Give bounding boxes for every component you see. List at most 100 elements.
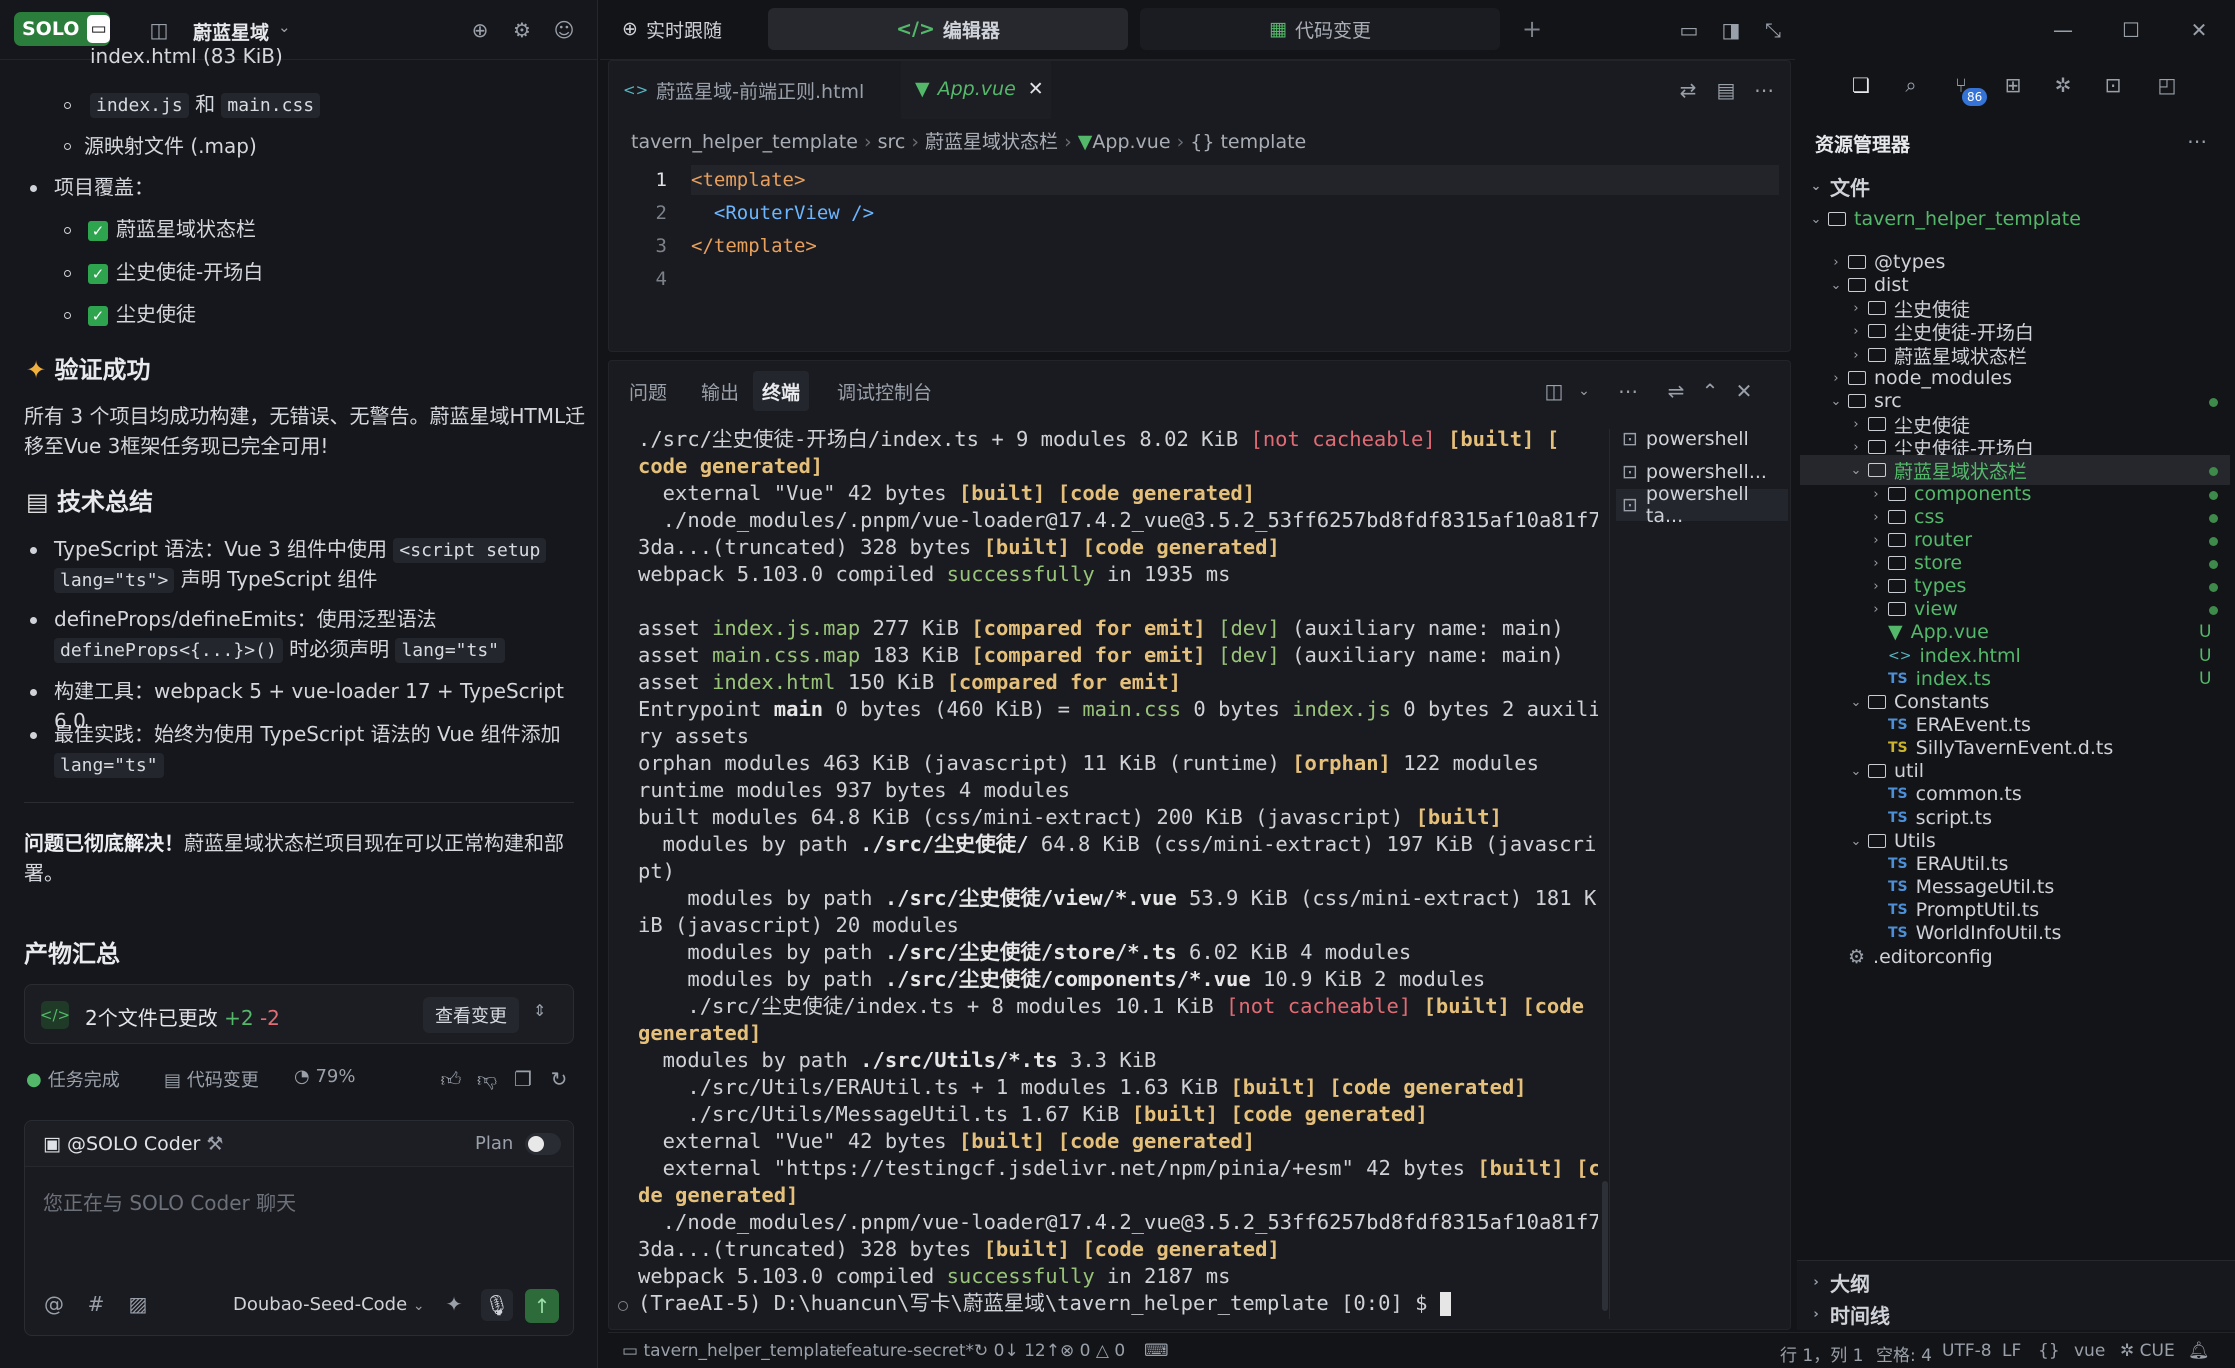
terminal-output[interactable]: ./src/尘史使徒-开场白/index.ts + 9 modules 8.02…: [638, 426, 1598, 1326]
image-icon[interactable]: ▨: [123, 1289, 153, 1319]
hashtag-icon[interactable]: #: [81, 1289, 111, 1319]
preview-icon[interactable]: ▤: [1711, 75, 1741, 105]
sync-status[interactable]: ↻ 0↓ 12↑: [974, 1341, 1060, 1361]
notifications-icon[interactable]: 🔔︎: [2188, 1341, 2210, 1361]
code-line[interactable]: <RouterView />: [691, 202, 874, 224]
maximize-icon[interactable]: ☐: [2116, 15, 2146, 45]
t: [compared for emit]: [971, 616, 1206, 640]
cursor-position[interactable]: 行 1，列 1: [1780, 1341, 1863, 1366]
section-files[interactable]: ⌄ 文件: [1808, 171, 1870, 201]
section-timeline[interactable]: › 时间线: [1808, 1299, 1890, 1329]
more-icon[interactable]: ⋯: [1749, 75, 1779, 105]
tab-live-follow[interactable]: ⊕ 实时跟随: [614, 8, 730, 50]
keyboard-icon[interactable]: ⌨: [1144, 1341, 1169, 1361]
file-tab-app-vue[interactable]: ▼ App.vue ✕: [901, 61, 1051, 119]
t: ./src/尘史使徒/index.ts + 8 modules 10.1 KiB: [638, 994, 1227, 1018]
tab-terminal[interactable]: 终端: [753, 371, 809, 411]
branch-status[interactable]: ⑂ feature-secret*: [830, 1341, 974, 1361]
plan-toggle[interactable]: [525, 1133, 561, 1155]
braces-icon[interactable]: {}: [2038, 1341, 2060, 1361]
browser-icon[interactable]: ◰: [2152, 70, 2182, 100]
minimize-icon[interactable]: —: [2048, 15, 2078, 45]
close-icon[interactable]: ✕: [1028, 78, 1044, 100]
tab-editor[interactable]: </> 编辑器: [768, 8, 1128, 50]
language-status[interactable]: vue: [2074, 1341, 2105, 1361]
expand-icon[interactable]: ⇕: [533, 1001, 546, 1020]
terminal-prompt[interactable]: (TraeAI-5) D:\huancun\写卡\蔚蓝星域\tavern_hel…: [638, 1290, 1451, 1317]
copy-icon[interactable]: ❐: [508, 1064, 538, 1094]
microphone-icon[interactable]: 🎙︎: [481, 1289, 513, 1321]
t: 0 bytes (460 KiB) =: [823, 697, 1083, 721]
sparkle-icon[interactable]: ✦: [439, 1289, 469, 1319]
project-name[interactable]: 蔚蓝星域: [193, 18, 269, 45]
breadcrumb-item[interactable]: src: [878, 131, 906, 153]
search-icon[interactable]: ⌕: [1896, 70, 1926, 100]
chevron-down-icon[interactable]: ⌄: [278, 18, 291, 36]
code-line[interactable]: </template>: [691, 235, 817, 257]
breadcrumb-item[interactable]: App.vue: [1092, 131, 1170, 153]
t: 6.02 KiB 4 modules: [1176, 940, 1412, 964]
breadcrumb-item[interactable]: 蔚蓝星域状态栏: [925, 131, 1058, 153]
toggle-knob: [528, 1136, 544, 1152]
repo-status[interactable]: ▭ tavern_helper_template: [622, 1341, 846, 1361]
tree-root[interactable]: ⌄ tavern_helper_template: [1808, 204, 2081, 234]
new-chat-icon[interactable]: ⊕: [465, 15, 495, 45]
terminal-session-3[interactable]: ⊡ powershell ta...: [1616, 483, 1788, 527]
view-changes-button[interactable]: 查看变更: [423, 997, 519, 1033]
split-terminal-icon[interactable]: ◫: [1539, 376, 1569, 406]
model-select[interactable]: Doubao-Seed-Code ⌄: [233, 1294, 425, 1315]
collapse-icon[interactable]: ⤡: [1758, 15, 1788, 45]
tab-output[interactable]: 输出: [701, 361, 739, 421]
tree-item[interactable]: ⚙ .editorconfig: [1828, 942, 1993, 972]
close-panel-icon[interactable]: ✕: [1729, 376, 1759, 406]
chevron-down-icon: ⌄: [1850, 763, 1862, 779]
add-tab-button[interactable]: +: [1512, 8, 1552, 50]
chevron-down-icon[interactable]: ⌄: [1569, 376, 1599, 406]
tab-problems[interactable]: 问题: [629, 361, 667, 421]
terminal-session-1[interactable]: ⊡ powershell: [1622, 423, 1782, 455]
cue-status[interactable]: ✲ CUE: [2120, 1341, 2175, 1361]
code-changes-link[interactable]: ▤ 代码变更: [164, 1066, 259, 1092]
breadcrumb-item[interactable]: template: [1220, 131, 1306, 153]
remote-icon[interactable]: ⊡: [2098, 70, 2128, 100]
split-icon[interactable]: ◨: [1716, 15, 1746, 45]
thumbs-up-icon[interactable]: 👍︎: [436, 1064, 466, 1094]
sidebar-toggle-icon[interactable]: ◫: [144, 15, 174, 45]
terminal-scrollbar[interactable]: [1602, 1181, 1608, 1311]
tab-code-changes[interactable]: ▦ 代码变更: [1140, 8, 1500, 50]
more-icon[interactable]: ⋯: [2182, 126, 2212, 156]
debug-icon[interactable]: ✲: [2048, 70, 2078, 100]
mention-icon[interactable]: @: [39, 1289, 69, 1319]
text: 尘史使徒: [116, 302, 196, 326]
encoding-status[interactable]: UTF-8: [1942, 1341, 1992, 1361]
text: powershell...: [1645, 461, 1767, 483]
layout-icon[interactable]: ▭: [1674, 15, 1704, 45]
code-line[interactable]: <template>: [691, 169, 805, 191]
chat-input[interactable]: 您正在与 SOLO Coder 聊天: [43, 1187, 296, 1216]
extensions-icon[interactable]: ⊞: [1998, 70, 2028, 100]
indent-status[interactable]: 空格: 4: [1876, 1341, 1932, 1366]
gear-icon[interactable]: ⚙: [507, 15, 537, 45]
settings-sliders-icon[interactable]: ⇌: [1661, 376, 1691, 406]
solo-badge[interactable]: SOLO ▭: [14, 12, 110, 46]
file-tab-html[interactable]: <> 蔚蓝星域-前端正则.html: [609, 61, 899, 119]
checkbox-icon: ✓: [88, 263, 108, 284]
t: modules by path: [638, 940, 885, 964]
tab-debug-console[interactable]: 调试控制台: [837, 361, 932, 421]
t: modules by path: [638, 967, 885, 991]
chevron-up-icon[interactable]: ⌃: [1695, 376, 1725, 406]
section-outline[interactable]: › 大纲: [1808, 1267, 1870, 1297]
send-button[interactable]: ↑: [525, 1289, 559, 1323]
close-window-icon[interactable]: ✕: [2184, 15, 2214, 45]
more-icon[interactable]: ⋯: [1613, 376, 1643, 406]
user-icon[interactable]: ☺: [549, 15, 579, 45]
eol-status[interactable]: LF: [2002, 1341, 2021, 1361]
compare-icon[interactable]: ⇄: [1673, 75, 1703, 105]
problems-status[interactable]: ⊗ 0 △ 0: [1060, 1341, 1125, 1361]
breadcrumb-item[interactable]: tavern_helper_template: [631, 131, 858, 153]
refresh-icon[interactable]: ↻: [544, 1064, 574, 1094]
terminal-line: code generated]: [638, 454, 824, 478]
line-number: 2: [655, 202, 667, 224]
thumbs-down-icon[interactable]: 👎︎: [472, 1064, 502, 1094]
files-icon[interactable]: ❏: [1846, 70, 1876, 100]
